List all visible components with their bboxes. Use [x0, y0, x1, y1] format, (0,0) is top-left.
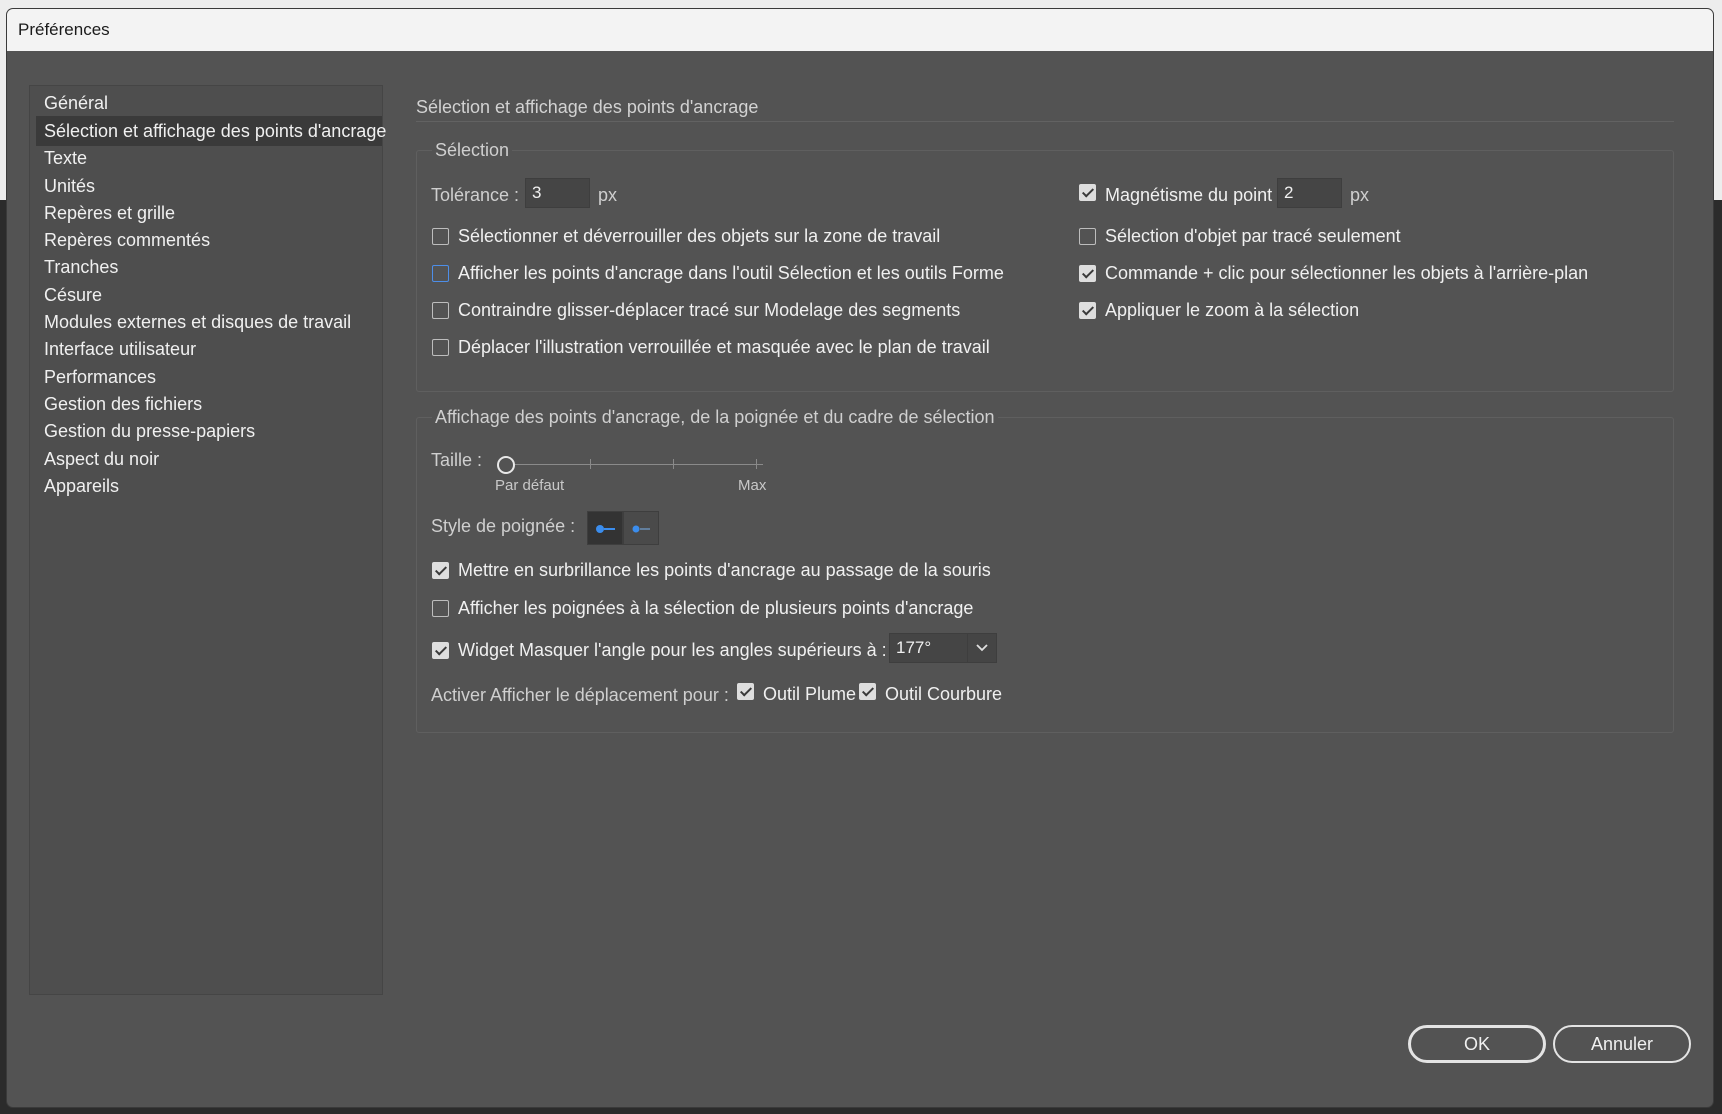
pen-tool-checkbox[interactable] — [737, 683, 754, 700]
window-title: Préférences — [18, 20, 110, 39]
tolerance-input[interactable]: 3 — [525, 178, 590, 208]
command-click-label: Commande + clic pour sélectionner les ob… — [1105, 263, 1589, 283]
handle-style-label: Style de poignée : — [431, 516, 576, 536]
size-max-label: Max — [738, 477, 767, 494]
sidebar-item-smart-guides[interactable]: Repères commentés — [36, 225, 382, 255]
title-bar: Préférences — [7, 9, 1713, 51]
tolerance-label: Tolérance : — [431, 185, 520, 205]
sidebar-item-hyphenation[interactable]: Césure — [36, 280, 382, 310]
cancel-button[interactable]: Annuler — [1553, 1025, 1691, 1063]
sidebar-item-file-handling[interactable]: Gestion des fichiers — [36, 389, 382, 419]
hide-corner-widget-label: Widget Masquer l'angle pour les angles s… — [458, 640, 887, 660]
constrain-drag-checkbox[interactable] — [432, 302, 449, 319]
size-slider-tick — [673, 459, 674, 469]
show-anchor-points-label: Afficher les points d'ancrage dans l'out… — [458, 263, 1004, 283]
zoom-to-selection-checkbox[interactable] — [1079, 302, 1096, 319]
size-label: Taille : — [431, 450, 483, 470]
size-min-label: Par défaut — [495, 477, 565, 494]
command-click-checkbox[interactable] — [1079, 265, 1096, 282]
sidebar-item-slices[interactable]: Tranches — [36, 252, 382, 282]
highlight-anchors-label: Mettre en surbrillance les points d'ancr… — [458, 560, 991, 580]
sidebar-item-performance[interactable]: Performances — [36, 362, 382, 392]
size-slider-tick — [590, 459, 591, 469]
angle-select[interactable]: 177° — [889, 633, 997, 663]
curvature-tool-label: Outil Courbure — [885, 684, 1003, 704]
sidebar-item-selection-anchor-display[interactable]: Sélection et affichage des points d'ancr… — [36, 116, 386, 146]
hide-corner-widget-checkbox[interactable] — [432, 642, 449, 659]
sidebar-item-general[interactable]: Général — [36, 88, 382, 118]
chevron-down-icon[interactable] — [967, 634, 996, 662]
sidebar-item-black-appearance[interactable]: Aspect du noir — [36, 444, 382, 474]
angle-select-value: 177° — [896, 638, 932, 657]
section-divider — [416, 121, 1674, 122]
object-selection-by-path-label: Sélection d'objet par tracé seulement — [1105, 226, 1401, 246]
move-locked-artwork-checkbox[interactable] — [432, 339, 449, 356]
select-unlock-objects-checkbox[interactable] — [432, 228, 449, 245]
tolerance-unit: px — [598, 185, 618, 205]
snap-to-point-unit: px — [1350, 185, 1370, 205]
move-locked-artwork-label: Déplacer l'illustration verrouillée et m… — [458, 337, 990, 357]
sidebar-item-user-interface[interactable]: Interface utilisateur — [36, 334, 382, 364]
handle-solid-icon — [596, 525, 615, 533]
constrain-drag-label: Contraindre glisser-déplacer tracé sur M… — [458, 300, 961, 320]
selection-group-title: Sélection — [432, 140, 513, 161]
category-sidebar: Général Sélection et affichage des point… — [29, 85, 386, 995]
size-slider-handle[interactable] — [497, 456, 515, 474]
section-title: Sélection et affichage des points d'ancr… — [416, 97, 759, 117]
sidebar-item-devices[interactable]: Appareils — [36, 471, 382, 501]
snap-to-point-input[interactable]: 2 — [1277, 178, 1342, 208]
sidebar-item-plugins-scratch-disks[interactable]: Modules externes et disques de travail — [36, 307, 382, 337]
ok-button[interactable]: OK — [1408, 1025, 1546, 1063]
sidebar-item-guides-grid[interactable]: Repères et grille — [36, 198, 382, 228]
sidebar-item-text[interactable]: Texte — [36, 143, 382, 173]
snap-to-point-checkbox[interactable] — [1079, 184, 1096, 201]
handle-style-solid-button[interactable] — [587, 511, 623, 545]
show-anchor-points-checkbox[interactable] — [432, 265, 449, 282]
sidebar-item-units[interactable]: Unités — [36, 171, 382, 201]
highlight-anchors-checkbox[interactable] — [432, 562, 449, 579]
select-unlock-objects-label: Sélectionner et déverrouiller des objets… — [458, 226, 941, 246]
object-selection-by-path-checkbox[interactable] — [1079, 228, 1096, 245]
curvature-tool-checkbox[interactable] — [859, 683, 876, 700]
handle-hollow-icon — [632, 525, 650, 533]
show-handles-multiple-checkbox[interactable] — [432, 600, 449, 617]
enable-move-label: Activer Afficher le déplacement pour : — [431, 685, 729, 705]
handle-style-hollow-button[interactable] — [623, 511, 659, 545]
size-slider-tick — [756, 459, 757, 469]
preferences-dialog: Préférences Général Sélection et afficha… — [7, 9, 1713, 1107]
snap-to-point-label: Magnétisme du point — [1105, 185, 1273, 205]
zoom-to-selection-label: Appliquer le zoom à la sélection — [1105, 300, 1360, 320]
anchor-display-group-title: Affichage des points d'ancrage, de la po… — [432, 407, 998, 428]
sidebar-item-clipboard-handling[interactable]: Gestion du presse-papiers — [36, 416, 382, 446]
size-slider-track[interactable] — [507, 464, 763, 465]
show-handles-multiple-label: Afficher les poignées à la sélection de … — [458, 598, 974, 618]
pen-tool-label: Outil Plume — [763, 684, 857, 704]
